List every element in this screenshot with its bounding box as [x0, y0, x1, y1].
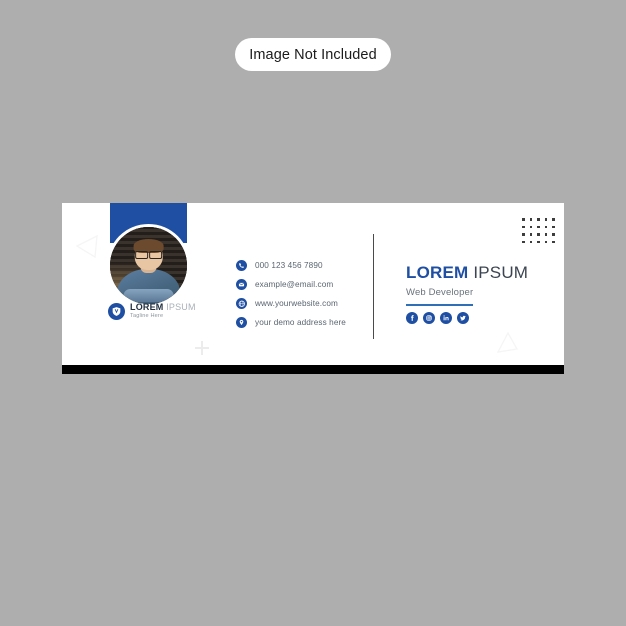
- grid-dot: [544, 233, 548, 236]
- grid-dot: [552, 240, 555, 244]
- vertical-divider: [373, 234, 374, 339]
- grid-dot: [529, 240, 533, 244]
- instagram-icon[interactable]: [423, 312, 435, 324]
- avatar: [107, 224, 190, 307]
- plus-outline-icon: [195, 341, 209, 355]
- grid-dot: [522, 218, 525, 221]
- grid-dot: [529, 225, 533, 229]
- grid-dot: [537, 218, 540, 221]
- grid-dot: [537, 225, 540, 229]
- twitter-icon[interactable]: [457, 312, 469, 324]
- grid-dot: [522, 233, 525, 236]
- image-not-included-badge: Image Not Included: [235, 38, 391, 71]
- dot-grid-decoration: [522, 218, 557, 246]
- contact-email-text: example@email.com: [255, 280, 334, 289]
- social-row: [406, 312, 469, 324]
- brand-tagline: Tagline Here: [130, 313, 164, 320]
- grid-dot: [522, 225, 525, 229]
- contact-list: 000 123 456 7890 example@email.com www.y…: [236, 260, 346, 328]
- facebook-icon[interactable]: [406, 312, 418, 324]
- identity-block: LOREM IPSUM Web Developer: [406, 263, 528, 306]
- location-icon: [236, 317, 247, 328]
- triangle-outline-right-icon: [496, 331, 519, 353]
- identity-role: Web Developer: [406, 287, 474, 298]
- brand-name-primary: LOREM: [130, 302, 164, 313]
- linkedin-icon[interactable]: [440, 312, 452, 324]
- contact-row-email[interactable]: example@email.com: [236, 279, 346, 290]
- email-icon: [236, 279, 247, 290]
- avatar-photo: [110, 227, 187, 304]
- grid-dot: [552, 218, 555, 221]
- identity-name-primary: LOREM: [406, 263, 469, 282]
- contact-website-text: www.yourwebsite.com: [255, 299, 338, 308]
- grid-dot: [537, 240, 540, 244]
- brand-name-secondary: IPSUM: [166, 302, 196, 313]
- contact-row-address[interactable]: your demo address here: [236, 317, 346, 328]
- identity-underline: [406, 304, 473, 306]
- contact-row-website[interactable]: www.yourwebsite.com: [236, 298, 346, 309]
- identity-name-secondary: IPSUM: [473, 263, 529, 282]
- grid-dot: [544, 218, 548, 221]
- website-icon: [236, 298, 247, 309]
- card-bottom-bar: [62, 365, 564, 374]
- identity-name: LOREM IPSUM: [406, 263, 528, 283]
- grid-dot: [552, 225, 555, 229]
- brand-text: LOREM IPSUM Tagline Here: [130, 302, 196, 320]
- grid-dot: [537, 233, 540, 236]
- brand-name: LOREM IPSUM: [130, 302, 196, 313]
- shield-v-logo-icon: [108, 303, 125, 320]
- grid-dot: [529, 233, 533, 236]
- grid-dot: [522, 240, 525, 244]
- badge-label: Image Not Included: [249, 46, 377, 63]
- triangle-outline-left-icon: [75, 234, 98, 259]
- grid-dot: [544, 240, 548, 244]
- contact-row-phone[interactable]: 000 123 456 7890: [236, 260, 346, 271]
- grid-dot: [552, 233, 555, 236]
- grid-dot: [544, 225, 548, 229]
- brand-row: LOREM IPSUM Tagline Here: [108, 302, 196, 320]
- grid-dot: [529, 218, 533, 221]
- contact-address-text: your demo address here: [255, 318, 346, 327]
- email-signature-card: LOREM IPSUM Tagline Here 000 123 456 789…: [62, 203, 564, 374]
- phone-icon: [236, 260, 247, 271]
- contact-phone-text: 000 123 456 7890: [255, 261, 323, 270]
